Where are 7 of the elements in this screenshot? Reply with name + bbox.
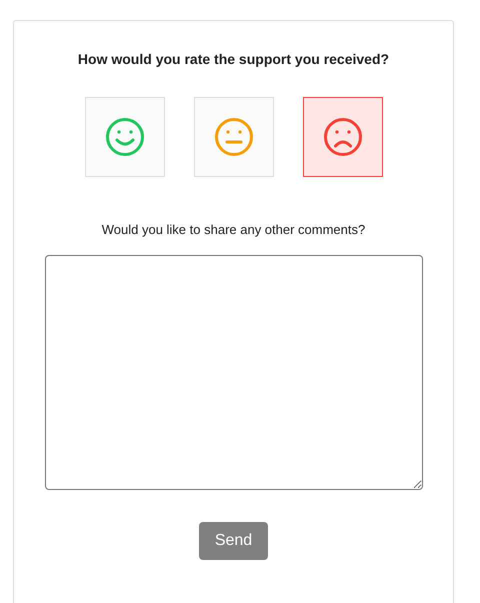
comments-label: Would you like to share any other comments? (102, 222, 366, 237)
rating-option[interactable] (302, 97, 382, 177)
neutral-face-icon (214, 117, 254, 157)
sad-face-icon (322, 117, 362, 157)
question-heading: How would you rate the support you received? (78, 51, 390, 67)
smiley-face-icon (104, 117, 144, 157)
comments-field[interactable] (44, 255, 422, 490)
